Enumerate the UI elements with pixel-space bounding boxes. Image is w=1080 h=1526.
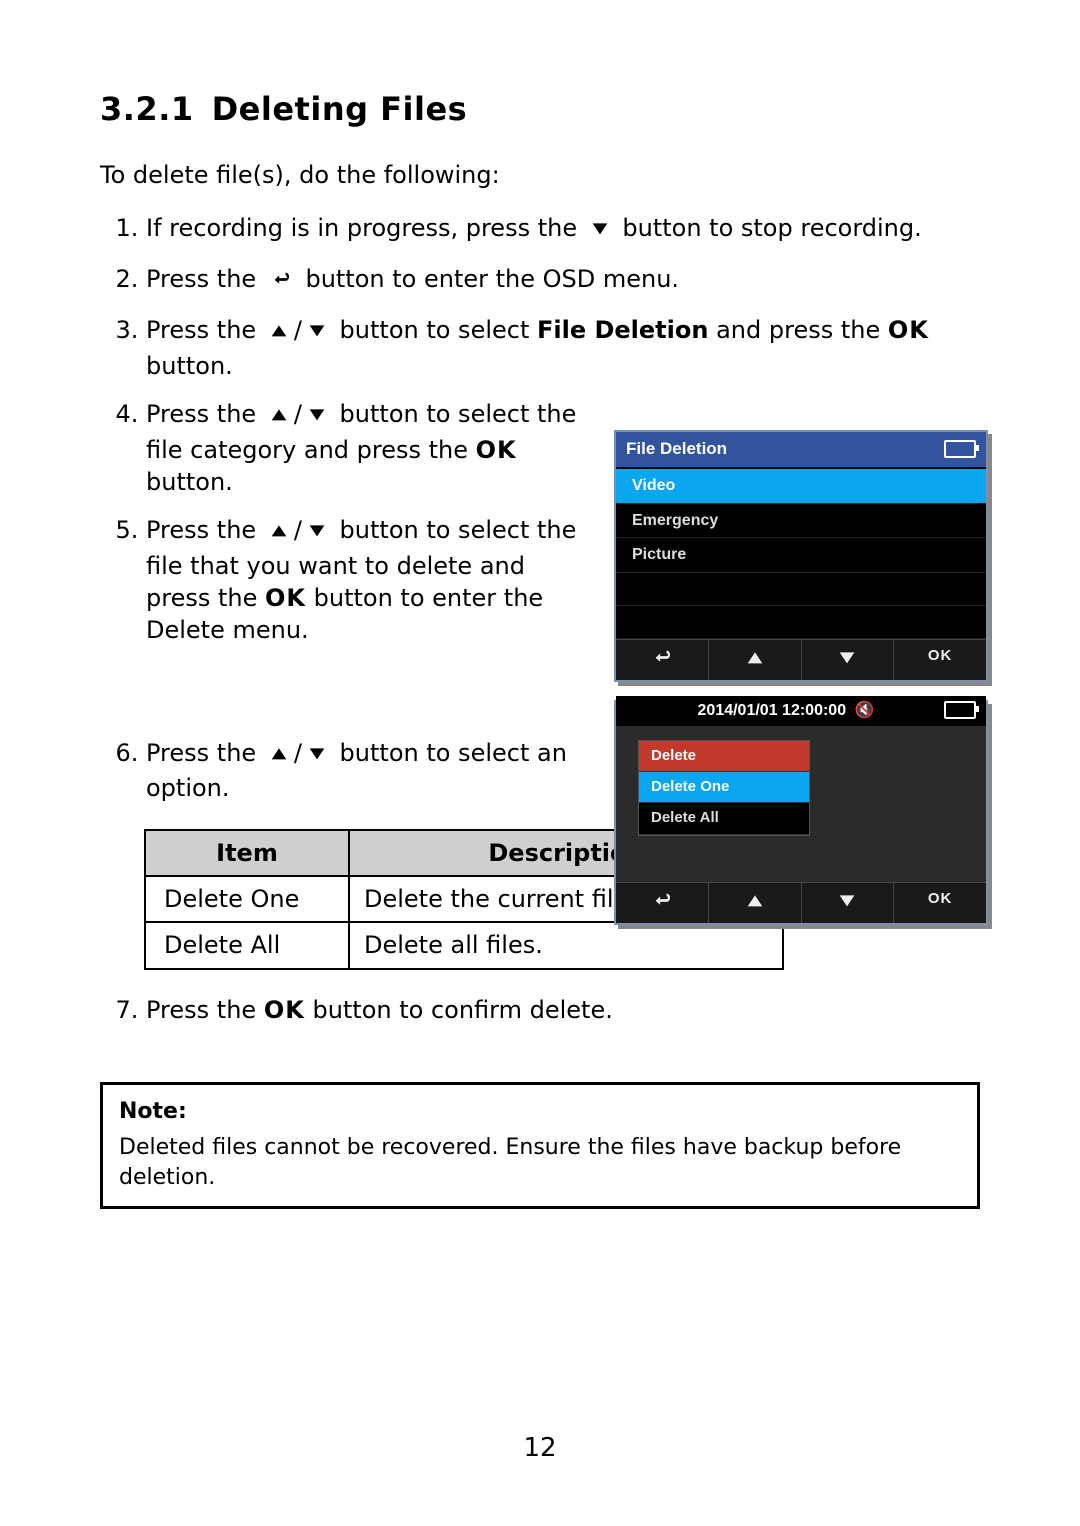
osd-item-delete-one: Delete One [639, 772, 809, 803]
page-number: 12 [0, 1431, 1080, 1466]
battery-icon [944, 701, 976, 719]
osd-screenshots: File Deletion Video Emergency Picture OK… [614, 430, 984, 943]
note-box: Note: Deleted files cannot be recovered.… [100, 1082, 980, 1209]
intro-text: To delete file(s), do the following: [100, 159, 980, 191]
down-icon [306, 401, 328, 433]
osd-nav-down-icon [802, 640, 895, 680]
file-deletion-bold: File Deletion [537, 316, 708, 344]
up-icon [268, 740, 290, 772]
step-2: Press the button to enter the OSD menu. [146, 263, 980, 298]
osd-item-video: Video [616, 469, 986, 504]
section-heading: 3.2.1 Deleting Files [100, 88, 980, 131]
osd-item-emergency: Emergency [616, 504, 986, 539]
down-icon [306, 317, 328, 349]
back-icon [268, 266, 294, 298]
up-icon [268, 317, 290, 349]
down-icon [306, 517, 328, 549]
down-icon [306, 740, 328, 772]
ok-label: OK [888, 316, 929, 344]
osd-nav-down-icon [802, 883, 895, 923]
osd-nav-back-icon [616, 883, 709, 923]
step-7: Press the OK button to confirm delete. [146, 994, 980, 1026]
speaker-icon: 🔇 [855, 702, 875, 719]
osd-item-picture: Picture [616, 538, 986, 573]
step-1: If recording is in progress, press the b… [146, 212, 980, 247]
note-label: Note: [119, 1097, 961, 1127]
osd-nav-ok: OK [894, 640, 986, 680]
step-3: Press the / button to select File Deleti… [146, 314, 980, 382]
table-header-item: Item [145, 830, 349, 876]
section-title-text: Deleting Files [212, 90, 468, 128]
ok-label: OK [264, 996, 305, 1024]
osd-nav-back-icon [616, 640, 709, 680]
steps-list-cont: Press the OK button to confirm delete. [100, 994, 980, 1026]
ok-label: OK [476, 436, 517, 464]
osd-nav-up-icon [709, 640, 802, 680]
osd-delete-preview: 2014/01/01 12:00:00 🔇 Delete Delete One … [614, 700, 988, 925]
up-icon [268, 401, 290, 433]
ok-label: OK [265, 584, 306, 612]
section-number: 3.2.1 [100, 90, 194, 128]
osd-overlay-menu: Delete Delete One Delete All [638, 740, 810, 836]
down-icon [589, 215, 611, 247]
osd-item-delete-all: Delete All [639, 803, 809, 834]
osd-nav-up-icon [709, 883, 802, 923]
osd-menu-title: Delete [639, 741, 809, 772]
osd-title: File Deletion [626, 438, 727, 461]
up-icon [268, 517, 290, 549]
osd-nav-ok: OK [894, 883, 986, 923]
battery-icon [944, 440, 976, 458]
note-body: Deleted files cannot be recovered. Ensur… [119, 1135, 901, 1190]
osd-file-deletion: File Deletion Video Emergency Picture OK [614, 430, 988, 682]
osd-timestamp: 2014/01/01 12:00:00 🔇 [616, 696, 986, 726]
